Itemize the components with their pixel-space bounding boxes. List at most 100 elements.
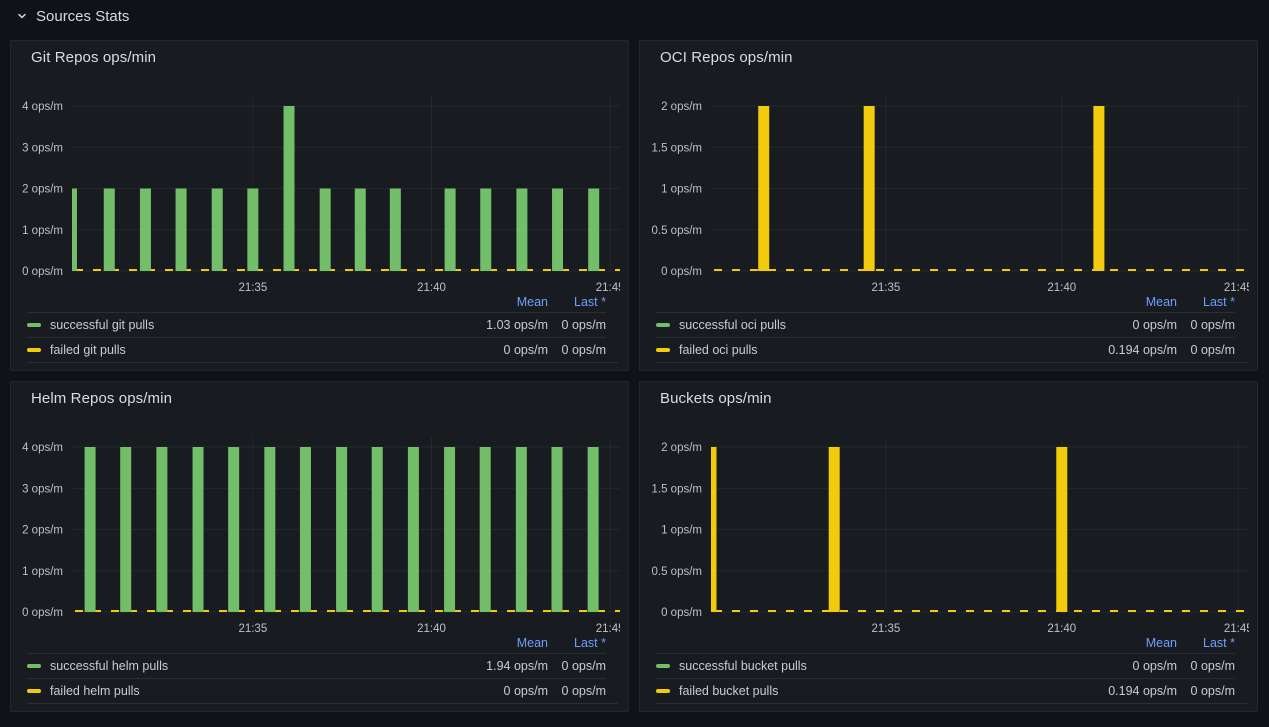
panel-git-repos: Git Repos ops/min 0 ops/m 1 ops/m 2 ops/m 3 … xyxy=(10,40,629,371)
legend-series-toggle[interactable]: failed helm pulls xyxy=(27,684,428,698)
series-mean-value: 0.194 ops/m xyxy=(1057,343,1177,357)
series-last-value: 0 ops/m xyxy=(548,684,606,698)
bar-failed-oci-pulls-21:31.5 xyxy=(758,106,769,271)
series-label: failed oci pulls xyxy=(679,343,758,357)
series-color-swatch-yellow xyxy=(27,689,41,693)
series-last-value: 0 ops/m xyxy=(548,659,606,673)
series-mean-value: 1.94 ops/m xyxy=(428,659,548,673)
bar-failed-oci-pulls-21:34.5 xyxy=(864,106,875,271)
y-tick-label: 1 ops/m xyxy=(22,225,63,237)
series-label: successful git pulls xyxy=(50,318,154,332)
bar-successful-helm-pulls-21:43.5 xyxy=(551,447,562,612)
y-tick-label: 1 ops/m xyxy=(22,566,63,578)
bar-successful-git-pulls-21:40.5 xyxy=(445,189,456,272)
series-color-swatch-green xyxy=(656,664,670,668)
legend: MeanLast * successful git pulls 1.03 ops/m… xyxy=(27,291,618,363)
legend: MeanLast *successful oci pulls0 ops/m0 o… xyxy=(656,291,1247,363)
legend-sort-last[interactable]: Last * xyxy=(548,295,606,309)
section-title: Sources Stats xyxy=(36,8,129,25)
legend-row: successful git pulls1.03 ops/m0 ops/m xyxy=(27,312,606,337)
series-color-swatch-green xyxy=(656,323,670,327)
legend: MeanLast * successful helm pulls1.94 ops/… xyxy=(27,632,618,704)
bar-failed-bucket-pulls-21:30 xyxy=(706,447,717,612)
bar-failed-bucket-pulls-21:33.5 xyxy=(829,447,840,612)
bar-successful-helm-pulls-21:42.5 xyxy=(516,447,527,612)
bar-successful-helm-pulls-21:40.5 xyxy=(444,447,455,612)
panel-helm-repos: Helm Repos ops/min 0 ops/m 1 ops/m 2 ops/m 3… xyxy=(10,381,629,712)
legend-row: successful bucket pulls0 ops/m0 ops/m xyxy=(656,653,1235,678)
legend-series-toggle[interactable]: successful git pulls xyxy=(27,318,428,332)
y-tick-label: 3 ops/m xyxy=(22,483,63,495)
bar-successful-git-pulls-21:33 xyxy=(176,189,187,272)
y-tick-label: 0.5 ops/m xyxy=(652,566,703,578)
y-tick-label: 0 ops/m xyxy=(661,266,702,278)
y-tick-label: 0.5 ops/m xyxy=(652,225,703,237)
series-mean-value: 0.194 ops/m xyxy=(1057,684,1177,698)
section-header-sources-stats[interactable]: Sources Stats xyxy=(0,0,1269,32)
legend-sort-last[interactable]: Last * xyxy=(1177,295,1235,309)
bar-successful-git-pulls-21:36 xyxy=(284,106,295,271)
series-last-value: 0 ops/m xyxy=(1177,659,1235,673)
bar-successful-git-pulls-21:39 xyxy=(390,189,401,272)
y-tick-label: 4 ops/m xyxy=(22,442,63,454)
bar-successful-helm-pulls-21:44.5 xyxy=(588,447,599,612)
legend-sort-mean[interactable]: Mean xyxy=(428,636,548,650)
panel-buckets: Buckets ops/min0 ops/m0.5 ops/m1 ops/m1.… xyxy=(639,381,1258,712)
series-color-swatch-yellow xyxy=(27,348,41,352)
panel-title[interactable]: OCI Repos ops/min xyxy=(660,49,793,66)
legend-sort-last[interactable]: Last * xyxy=(1177,636,1235,650)
y-tick-label: 0 ops/m xyxy=(661,607,702,619)
bar-chart-oci-repos[interactable]: 0 ops/m0.5 ops/m1 ops/m1.5 ops/m2 ops/m2… xyxy=(640,81,1249,296)
series-last-value: 0 ops/m xyxy=(1177,684,1235,698)
y-tick-label: 1 ops/m xyxy=(661,184,702,196)
bar-successful-git-pulls-21:42.5 xyxy=(516,189,527,272)
series-mean-value: 0 ops/m xyxy=(1057,659,1177,673)
legend-row: successful helm pulls1.94 ops/m0 ops/m xyxy=(27,653,606,678)
bar-successful-helm-pulls-21:30.5 xyxy=(85,447,96,612)
y-tick-label: 2 ops/m xyxy=(661,101,702,113)
y-tick-label: 4 ops/m xyxy=(22,101,63,113)
series-label: failed git pulls xyxy=(50,343,126,357)
legend-series-toggle[interactable]: successful helm pulls xyxy=(27,659,428,673)
legend-series-toggle[interactable]: failed bucket pulls xyxy=(656,684,1057,698)
legend-series-toggle[interactable]: failed oci pulls xyxy=(656,343,1057,357)
bar-chart-git-repos[interactable]: 0 ops/m1 ops/m2 ops/m3 ops/m4 ops/m21:35… xyxy=(11,81,620,296)
series-label: failed helm pulls xyxy=(50,684,140,698)
series-mean-value: 1.03 ops/m xyxy=(428,318,548,332)
bar-chart-buckets[interactable]: 0 ops/m0.5 ops/m1 ops/m1.5 ops/m2 ops/m2… xyxy=(640,422,1249,637)
legend-row: failed helm pulls 0 ops/m0 ops/m xyxy=(27,678,606,703)
series-mean-value: 0 ops/m xyxy=(428,684,548,698)
bar-successful-helm-pulls-21:39.5 xyxy=(408,447,419,612)
legend-series-toggle[interactable]: failed git pulls xyxy=(27,343,428,357)
bar-successful-helm-pulls-21:38.5 xyxy=(372,447,383,612)
panel-title[interactable]: Git Repos ops/min xyxy=(31,49,156,66)
bar-successful-git-pulls-21:37 xyxy=(320,189,331,272)
bar-chart-helm-repos[interactable]: 0 ops/m1 ops/m2 ops/m3 ops/m4 ops/m21:35… xyxy=(11,422,620,637)
y-tick-label: 2 ops/m xyxy=(22,184,63,196)
y-tick-label: 0 ops/m xyxy=(22,266,63,278)
legend-sort-mean[interactable]: Mean xyxy=(1057,636,1177,650)
y-tick-label: 3 ops/m xyxy=(22,142,63,154)
bar-successful-helm-pulls-21:32.5 xyxy=(156,447,167,612)
chevron-down-icon[interactable] xyxy=(16,10,28,22)
bar-successful-helm-pulls-21:36.5 xyxy=(300,447,311,612)
bar-successful-git-pulls-21:31 xyxy=(104,189,115,272)
y-tick-label: 0 ops/m xyxy=(22,607,63,619)
bar-successful-helm-pulls-21:33.5 xyxy=(193,447,204,612)
bar-successful-helm-pulls-21:35.5 xyxy=(264,447,275,612)
y-tick-label: 2 ops/m xyxy=(22,525,63,537)
legend-series-toggle[interactable]: successful oci pulls xyxy=(656,318,1057,332)
bar-failed-oci-pulls-21:41 xyxy=(1093,106,1104,271)
bar-successful-git-pulls-21:43.5 xyxy=(552,189,563,272)
legend-series-toggle[interactable]: successful bucket pulls xyxy=(656,659,1057,673)
panel-title[interactable]: Helm Repos ops/min xyxy=(31,390,172,407)
bar-successful-git-pulls-21:30 xyxy=(66,189,77,272)
legend-row: failed oci pulls0.194 ops/m0 ops/m xyxy=(656,337,1235,362)
legend-sort-mean[interactable]: Mean xyxy=(1057,295,1177,309)
bar-successful-git-pulls-21:34 xyxy=(212,189,223,272)
panel-oci-repos: OCI Repos ops/min 0 ops/m 0.5 ops/m 1 ops/m… xyxy=(639,40,1258,371)
panel-title[interactable]: Buckets ops/min xyxy=(660,390,772,407)
legend-sort-mean[interactable]: Mean xyxy=(428,295,548,309)
legend-sort-last[interactable]: Last * xyxy=(548,636,606,650)
series-color-swatch-yellow xyxy=(656,348,670,352)
